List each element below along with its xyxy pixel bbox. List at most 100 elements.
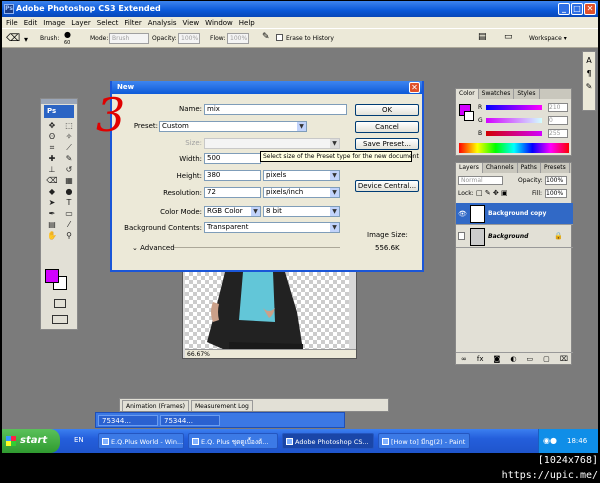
layer-name[interactable]: Background copy [488,210,546,217]
adjustment-layer-icon[interactable]: ◐ [510,353,516,364]
lock-icons[interactable]: □ ✎ ✥ ▣ [476,189,508,197]
trash-icon[interactable]: ⌧ [560,353,568,364]
photoshop-badge[interactable]: Ps [44,105,74,118]
color-panel-background[interactable] [464,111,474,121]
lasso-tool-icon[interactable]: ʘ [45,132,59,142]
layer-row-background-copy[interactable]: 👁 Background copy [456,203,573,225]
airbrush-icon[interactable]: ✎ [262,32,270,42]
menu-image[interactable]: Image [43,19,65,27]
tab-styles[interactable]: Styles [514,89,540,99]
palette-well-icon[interactable]: ▤ [478,32,487,42]
screen-mode-icon[interactable] [52,315,68,324]
minimize-button[interactable]: _ [558,3,570,15]
layer-row-background[interactable]: Background 🔒 [456,226,573,248]
tab-channels[interactable]: Channels [483,163,518,173]
tab-swatches[interactable]: Swatches [479,89,515,99]
language-indicator[interactable]: EN [74,436,84,444]
opacity-field[interactable]: 100% [178,33,200,44]
tab-presets[interactable]: Presets [541,163,570,173]
brushes-panel-icon[interactable]: ✎ [583,82,595,91]
workspace-menu[interactable]: Workspace ▾ [529,35,567,42]
bit-depth-select[interactable]: 8 bit ▼ [263,206,340,217]
history-brush-tool-icon[interactable]: ↺ [62,165,76,175]
menu-help[interactable]: Help [239,19,255,27]
quick-mask-icon[interactable] [54,299,66,308]
path-selection-tool-icon[interactable]: ➤ [45,198,59,208]
color-spectrum-ramp[interactable] [459,143,569,153]
hand-tool-icon[interactable]: ✋ [45,231,59,241]
maximize-button[interactable]: □ [571,3,583,15]
advanced-toggle[interactable]: ⌄ Advanced [132,244,175,252]
magic-wand-tool-icon[interactable]: ✧ [62,132,76,142]
workspace-icon[interactable]: ▭ [504,32,513,42]
clock[interactable]: 18:46 [567,429,587,453]
new-group-icon[interactable]: ▭ [527,353,534,364]
tab-color[interactable]: Color [456,89,479,99]
layer-mask-icon[interactable]: ◙ [494,353,501,364]
start-button[interactable]: start [2,429,60,453]
move-tool-icon[interactable]: ✥ [45,121,59,131]
crop-tool-icon[interactable]: ⌗ [45,143,59,153]
toolbox-header[interactable] [41,99,77,104]
menu-window[interactable]: Window [205,19,233,27]
taskbar-button-paint[interactable]: [How to] มีกฎ(2) - Paint [378,433,470,449]
dialog-title-bar[interactable]: New ✕ [112,81,422,94]
dialog-close-button[interactable]: ✕ [409,82,420,93]
layer-style-icon[interactable]: fx [477,353,484,364]
foreground-color-swatch-top[interactable] [45,269,59,283]
layer-opacity-field[interactable]: 100% [545,176,567,185]
shape-tool-icon[interactable]: ▭ [62,209,76,219]
layer-name[interactable]: Background [488,233,528,240]
resolution-unit-select[interactable]: pixels/inch ▼ [263,187,340,198]
type-tool-icon[interactable]: T [62,198,76,208]
link-layers-icon[interactable]: ∞ [461,353,467,364]
document-canvas[interactable] [185,272,349,350]
tool-preset-dropdown-icon[interactable]: ▾ [24,35,28,44]
background-contents-select[interactable]: Transparent ▼ [204,222,340,233]
new-layer-icon[interactable]: ▢ [543,353,550,364]
eyedropper-tool-icon[interactable]: ⁄ [62,220,76,230]
save-preset-button[interactable]: Save Preset... [355,138,419,150]
app-title-bar[interactable]: Ps Adobe Photoshop CS3 Extended _ □ ✕ [2,1,598,17]
zoom-tool-icon[interactable]: ⚲ [62,231,76,241]
tab-measurement-log[interactable]: Measurement Log [191,400,253,411]
menu-filter[interactable]: Filter [124,19,141,27]
g-slider[interactable] [486,118,542,123]
brush-tool-icon[interactable]: ✎ [62,154,76,164]
tab-paths[interactable]: Paths [518,163,541,173]
mode-select[interactable]: Brush [109,33,149,44]
b-value[interactable]: 255 [548,129,568,138]
taskbar-button-eqplus-world[interactable]: E.Q.Plus World - Win... [98,433,184,449]
task-group-item[interactable]: 75344... [98,415,158,426]
taskbar-button-eqplus[interactable]: E.Q. Plus ชุดดูเบื้องต้... [188,433,278,449]
erase-history-checkbox[interactable] [276,34,283,41]
slice-tool-icon[interactable]: ⟋ [62,143,76,153]
flow-field[interactable]: 100% [227,33,249,44]
height-unit-select[interactable]: pixels ▼ [263,170,340,181]
resolution-input[interactable]: 72 [204,187,261,198]
task-group-item[interactable]: 75344... [160,415,220,426]
healing-brush-tool-icon[interactable]: ✚ [45,154,59,164]
zoom-level[interactable]: 66.67% [187,351,210,358]
clone-stamp-tool-icon[interactable]: ⊥ [45,165,59,175]
tab-animation[interactable]: Animation (Frames) [122,400,189,411]
gradient-tool-icon[interactable]: ▦ [62,176,76,186]
pen-tool-icon[interactable]: ✒ [45,209,59,219]
cancel-button[interactable]: Cancel [355,121,419,133]
width-input[interactable]: 500 [204,153,261,164]
blur-tool-icon[interactable]: ◆ [45,187,59,197]
visibility-eye-icon[interactable]: 👁 [458,210,467,218]
menu-file[interactable]: File [6,19,18,27]
b-slider[interactable] [486,131,542,136]
tray-icons[interactable]: ◉● [543,429,557,453]
notes-tool-icon[interactable]: ▤ [45,220,59,230]
eraser-tool-icon[interactable]: ⌫ [45,176,59,186]
fill-field[interactable]: 100% [545,189,567,198]
device-central-button[interactable]: Device Central... [355,180,419,192]
tab-layers[interactable]: Layers [456,163,483,173]
brush-preview-icon[interactable]: ● [64,30,71,39]
paragraph-panel-icon[interactable]: ¶ [583,69,595,78]
menu-view[interactable]: View [183,19,200,27]
g-value[interactable]: 0 [548,116,568,125]
name-input[interactable]: mix [204,104,347,115]
